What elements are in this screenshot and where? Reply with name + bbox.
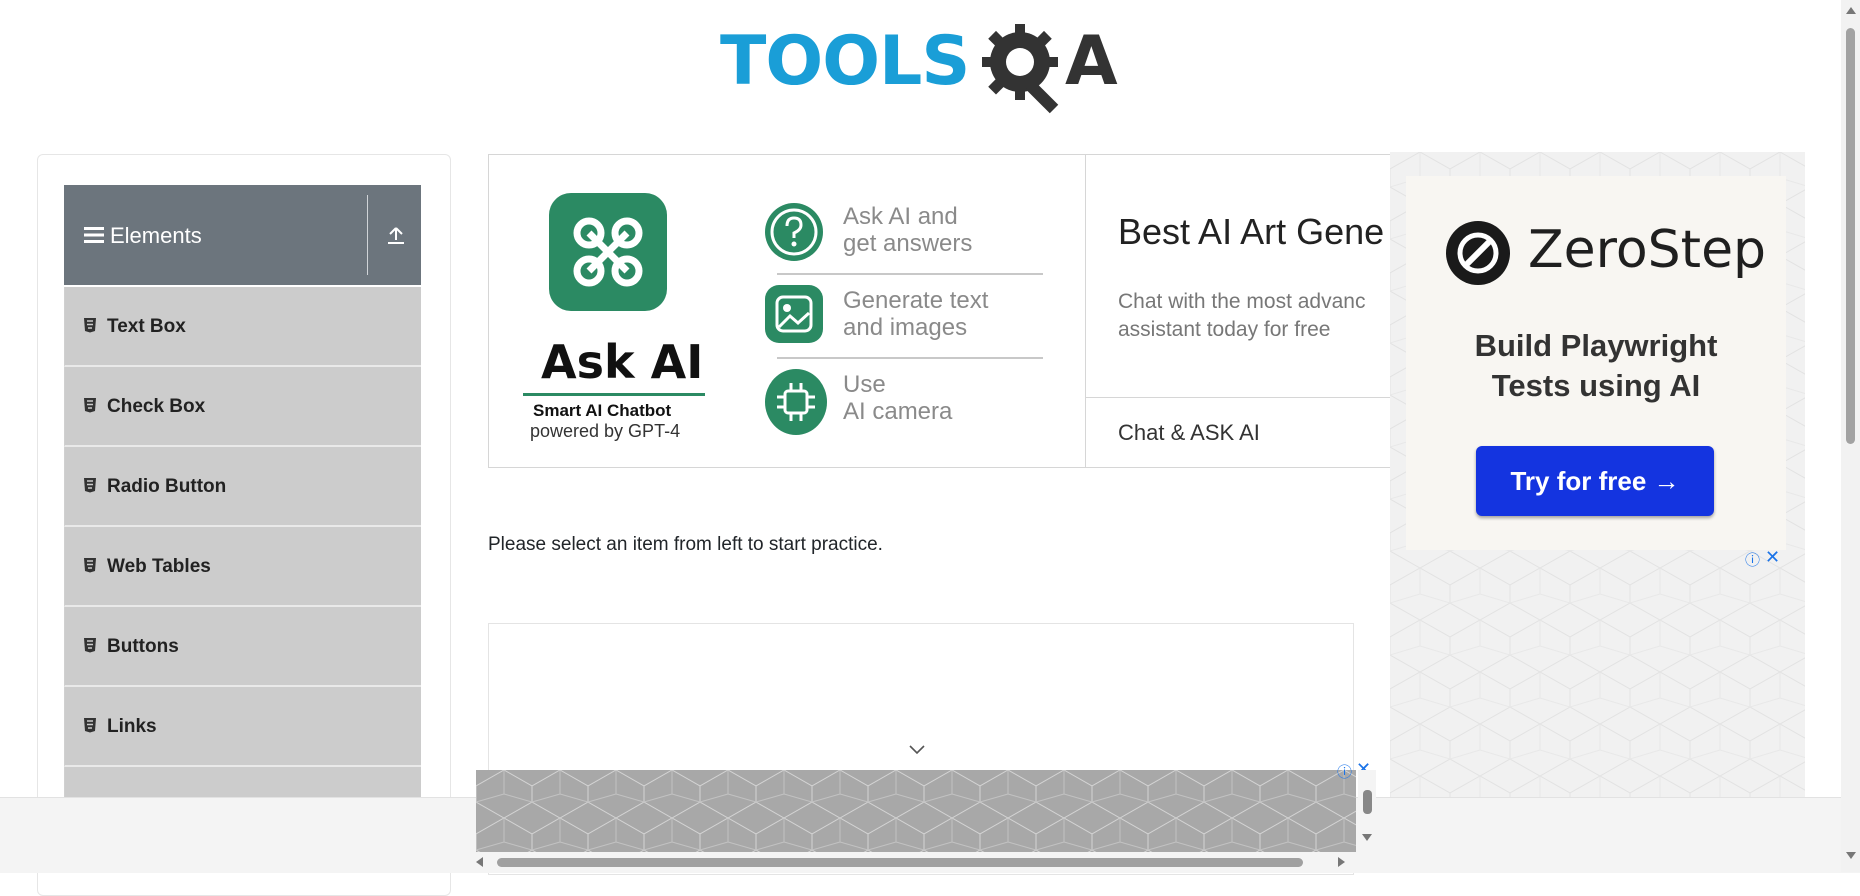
app-name: Ask AI <box>541 335 704 389</box>
ask-ai-app-icon <box>549 193 667 311</box>
scroll-down-arrow-icon[interactable] <box>1362 834 1372 842</box>
zerostep-headline: Build Playwright Tests using AI <box>1406 326 1786 406</box>
chevron-down-icon[interactable] <box>908 744 926 756</box>
sidebar-item-buttons[interactable]: Buttons <box>64 607 421 687</box>
feature-camera: Use AI camera <box>843 371 1063 425</box>
feature-ask: Ask AI and get answers <box>843 203 1063 257</box>
elements-group-header[interactable]: Elements <box>64 185 421 285</box>
ad-description: Chat with the most advanc assistant toda… <box>1118 288 1392 344</box>
feature-generate: Generate text and images <box>843 287 1063 341</box>
headline-line: Tests using AI <box>1491 368 1701 403</box>
scroll-up-arrow-icon[interactable] <box>1846 6 1856 14</box>
logo-text-left: TOOLS <box>720 22 970 101</box>
sidebar-item-label: Text Box <box>107 316 186 337</box>
chip-icon <box>765 369 827 435</box>
practice-instruction: Please select an item from left to start… <box>488 534 883 555</box>
ad-divider-horizontal <box>1086 397 1392 398</box>
scrollbar-thumb[interactable] <box>1846 28 1855 444</box>
scroll-right-arrow-icon[interactable] <box>1338 857 1346 867</box>
headline-line: Build Playwright <box>1474 328 1718 363</box>
feature-line: Generate text <box>843 287 989 314</box>
page-scrollbar[interactable] <box>1841 0 1860 872</box>
scrollbar-thumb[interactable] <box>1363 790 1372 814</box>
collapse-up-icon[interactable] <box>384 223 408 247</box>
image-icon <box>765 285 823 343</box>
zerostep-brand: ZeroStep <box>1528 220 1767 280</box>
group-title-label: Elements <box>110 223 202 248</box>
feature-line: Use <box>843 371 886 398</box>
feature-line: and images <box>843 314 968 341</box>
feature-separator <box>777 273 1043 275</box>
html5-icon <box>84 398 96 413</box>
app-tagline: Smart AI Chatbot <box>533 401 672 420</box>
hex-pattern-background <box>476 770 1356 852</box>
zerostep-card[interactable]: ZeroStep Build Playwright Tests using AI… <box>1406 176 1786 550</box>
feature-line: AI camera <box>843 398 953 425</box>
group-title: Elements <box>84 223 202 250</box>
sidebar-item-links[interactable]: Links <box>64 687 421 767</box>
zerostep-ad[interactable]: ZeroStep Build Playwright Tests using AI… <box>1390 152 1805 872</box>
html5-icon <box>84 558 96 573</box>
logo-text-right: A <box>1065 22 1118 101</box>
sidebar-item-radio-button[interactable]: Radio Button <box>64 447 421 527</box>
ad-description-line: assistant today for free <box>1118 318 1331 341</box>
try-for-free-button[interactable]: Try for free → <box>1476 446 1714 516</box>
toolsqa-logo[interactable]: TOOLS A <box>720 16 1130 116</box>
hamburger-icon <box>84 224 104 250</box>
ad-info-icon[interactable]: ⓘ <box>1745 549 1760 570</box>
sidebar-item-check-box[interactable]: Check Box <box>64 367 421 447</box>
html5-icon <box>84 718 96 733</box>
sidebar-item-text-box[interactable]: Text Box <box>64 287 421 367</box>
ad-close-icon[interactable]: ✕ <box>1765 547 1780 568</box>
ask-ai-ad[interactable]: Ask AI Smart AI Chatbot powered by GPT-4… <box>488 154 1393 468</box>
sidebar-item-label: Web Tables <box>107 556 211 577</box>
ad-cta-link[interactable]: Chat & ASK AI <box>1118 420 1260 446</box>
header-divider <box>367 195 368 275</box>
feature-line: get answers <box>843 230 973 257</box>
app-underline <box>523 393 705 396</box>
gear-magnifier-icon <box>982 24 1059 114</box>
ad-info-icon[interactable]: ⓘ <box>1337 761 1352 782</box>
zerostep-logo-icon <box>1446 221 1510 285</box>
scrollbar-thumb[interactable] <box>497 858 1303 867</box>
ad-description-line: Chat with the most advanc <box>1118 290 1366 313</box>
banner-horizontal-scrollbar[interactable] <box>467 852 1375 872</box>
ad-headline[interactable]: Best AI Art Gene <box>1118 211 1384 253</box>
sidebar-item-label: Links <box>107 716 157 737</box>
question-icon <box>765 203 823 261</box>
html5-icon <box>84 318 96 333</box>
html5-icon <box>84 638 96 653</box>
sidebar-item-label: Radio Button <box>107 476 227 497</box>
sidebar-item-label: Check Box <box>107 396 206 417</box>
sidebar-item-web-tables[interactable]: Web Tables <box>64 527 421 607</box>
banner-vertical-scrollbar[interactable] <box>1358 770 1376 852</box>
feature-separator <box>777 357 1043 359</box>
html5-icon <box>84 478 96 493</box>
ad-divider <box>1085 155 1086 467</box>
sidebar-item-label: Buttons <box>107 636 179 657</box>
scroll-left-arrow-icon[interactable] <box>475 857 483 867</box>
app-powered-by: powered by GPT-4 <box>530 421 681 441</box>
bottom-banner-ad[interactable] <box>476 770 1356 852</box>
feature-line: Ask AI and <box>843 203 958 230</box>
scroll-down-arrow-icon[interactable] <box>1846 852 1856 860</box>
